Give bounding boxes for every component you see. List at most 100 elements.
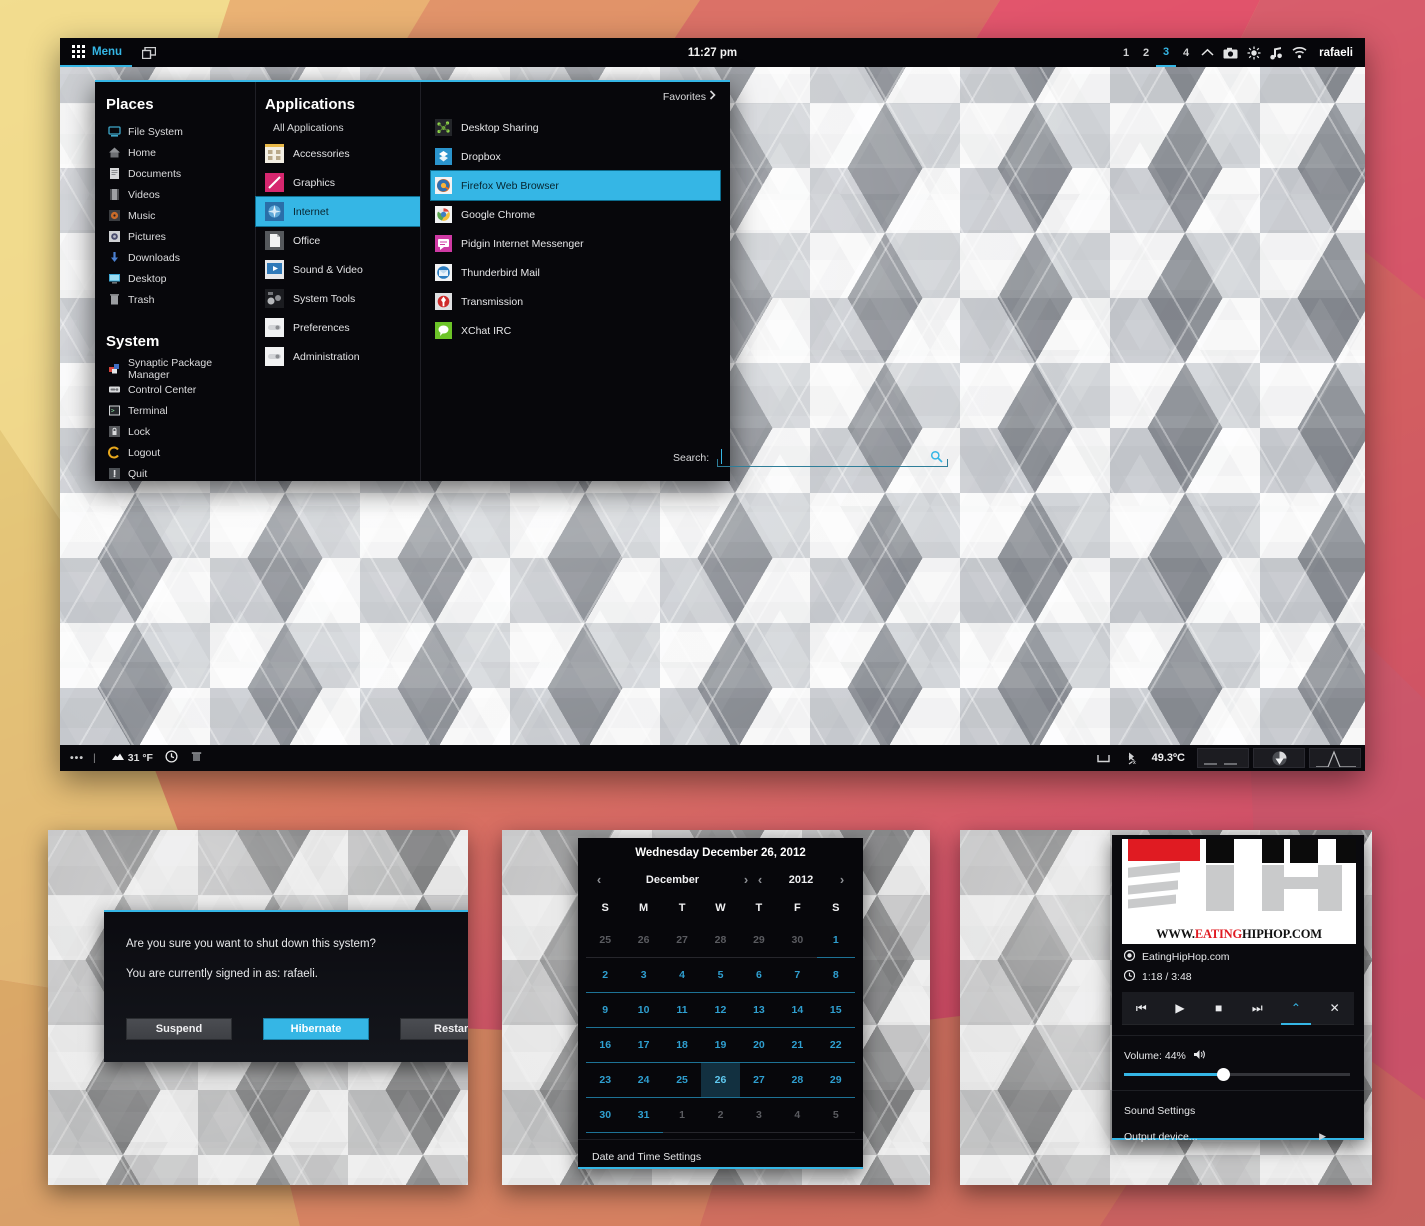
category-office[interactable]: Office [256,226,420,255]
calendar-day[interactable]: 10 [624,993,663,1028]
place-item-trash[interactable]: Trash [104,289,255,310]
calendar-day[interactable]: 30 [586,1098,625,1133]
chevron-up-icon[interactable]: ⌃ [1280,992,1311,1025]
place-item-desktop[interactable]: Desktop [104,268,255,289]
place-item-music[interactable]: Music [104,205,255,226]
system-item-control-center[interactable]: Control Center [104,379,255,400]
music-note-icon[interactable] [1265,38,1288,67]
calendar-day[interactable]: 31 [624,1098,663,1133]
calendar-day[interactable]: 14 [778,993,817,1028]
place-item-file-system[interactable]: File System [104,121,255,142]
calendar-day[interactable]: 13 [739,993,779,1028]
volume-slider[interactable] [1124,1068,1350,1081]
calendar-day[interactable]: 25 [586,923,625,958]
volume-slider-knob[interactable] [1217,1068,1231,1081]
app-item-desktop-sharing[interactable]: Desktop Sharing [431,113,720,142]
calendar-day[interactable]: 2 [586,958,625,993]
app-item-xchat[interactable]: XChat IRC [431,316,720,345]
place-item-pictures[interactable]: Pictures [104,226,255,247]
calendar-day[interactable]: 17 [624,1028,663,1063]
calendar-day[interactable]: 24 [624,1063,663,1098]
output-device-link[interactable]: Output device... ▶ [1112,1117,1364,1143]
close-icon[interactable]: ✕ [1320,1001,1350,1015]
calendar-day[interactable]: 16 [586,1028,625,1063]
play-icon[interactable]: ▶ [1165,1001,1195,1015]
calendar-day[interactable]: 28 [701,923,740,958]
disk-usage-applet[interactable] [1253,748,1305,768]
app-item-transmission[interactable]: Transmission [431,287,720,316]
system-item-synaptic[interactable]: Synaptic Package Manager [104,357,255,381]
stop-icon[interactable]: ■ [1204,1001,1234,1015]
workspace-button-1[interactable]: 1 [1116,38,1136,67]
calendar-day[interactable]: 28 [778,1063,817,1098]
wifi-icon[interactable] [1288,38,1311,67]
suspend-button[interactable]: Suspend [126,1018,232,1040]
calendar-day[interactable]: 4 [662,958,702,993]
calendar-day[interactable]: 3 [739,1098,779,1133]
next-icon[interactable]: ⏭ [1242,1001,1272,1016]
category-internet[interactable]: Internet [255,196,421,227]
search-field-wrap[interactable] [717,449,948,467]
app-item-dropbox[interactable]: Dropbox [431,142,720,171]
workspace-button-4[interactable]: 4 [1176,38,1196,67]
trash-applet[interactable] [184,750,209,766]
date-time-settings-link[interactable]: Date and Time Settings [578,1139,863,1163]
calendar-day[interactable]: 9 [586,993,625,1028]
chevron-right-icon[interactable]: › [739,872,753,887]
category-accessories[interactable]: Accessories [256,139,420,168]
calendar-day[interactable]: 21 [778,1028,817,1063]
category-preferences[interactable]: Preferences [256,313,420,342]
system-item-logout[interactable]: Logout [104,442,255,463]
network-monitor-applet[interactable] [1197,748,1249,768]
favorites-button[interactable]: Favorites [663,90,716,103]
app-item-google-chrome[interactable]: Google Chrome [431,200,720,229]
chevron-left-icon[interactable]: ‹ [592,872,606,887]
calendar-day[interactable]: 20 [739,1028,779,1063]
menu-button[interactable]: Menu [60,38,133,67]
calendar-day[interactable]: 15 [816,993,855,1028]
calendar-day[interactable]: 5 [816,1098,855,1133]
category-sound-video[interactable]: Sound & Video [256,255,420,284]
previous-icon[interactable]: ⏮ [1126,1001,1156,1016]
calendar-day[interactable]: 1 [662,1098,702,1133]
place-item-home[interactable]: Home [104,142,255,163]
system-item-lock[interactable]: Lock [104,421,255,442]
place-item-videos[interactable]: Videos [104,184,255,205]
calendar-day-today[interactable]: 26 [701,1063,740,1098]
app-item-firefox[interactable]: Firefox Web Browser [430,170,721,201]
category-administration[interactable]: Administration [256,342,420,371]
clock-applet[interactable] [159,750,184,766]
calendar-day[interactable]: 6 [739,958,779,993]
calendar-day[interactable]: 27 [662,923,702,958]
bluetooth-disabled-icon[interactable]: x [1120,751,1144,765]
chevron-left-icon[interactable]: ‹ [753,872,767,887]
panel-menu-dots[interactable]: ••• [70,752,84,764]
calendar-day[interactable]: 25 [662,1063,702,1098]
calendar-day[interactable]: 29 [816,1063,855,1098]
calendar-day[interactable]: 18 [662,1028,702,1063]
calendar-day[interactable]: 22 [816,1028,855,1063]
workspace-button-3[interactable]: 3 [1156,38,1177,67]
calendar-day[interactable]: 2 [701,1098,740,1133]
category-system-tools[interactable]: System Tools [256,284,420,313]
calendar-day[interactable]: 7 [778,958,817,993]
calendar-day[interactable]: 19 [701,1028,740,1063]
window-list-applet[interactable] [132,46,166,59]
all-applications-item[interactable]: All Applications [256,121,420,139]
calendar-day[interactable]: 29 [739,923,779,958]
calendar-day[interactable]: 5 [701,958,740,993]
place-item-documents[interactable]: Documents [104,163,255,184]
chevron-right-icon[interactable]: › [835,872,849,887]
calendar-day[interactable]: 27 [739,1063,779,1098]
app-item-pidgin[interactable]: Pidgin Internet Messenger [431,229,720,258]
place-item-downloads[interactable]: Downloads [104,247,255,268]
calendar-day[interactable]: 26 [624,923,663,958]
calendar-day[interactable]: 3 [624,958,663,993]
workspace-button-2[interactable]: 2 [1136,38,1156,67]
calendar-day[interactable]: 30 [778,923,817,958]
hibernate-button[interactable]: Hibernate [263,1018,369,1040]
calendar-day[interactable]: 8 [816,958,855,993]
calendar-day[interactable]: 12 [701,993,740,1028]
weather-applet[interactable]: 31 °F [105,752,159,764]
calendar-day[interactable]: 1 [816,923,855,958]
